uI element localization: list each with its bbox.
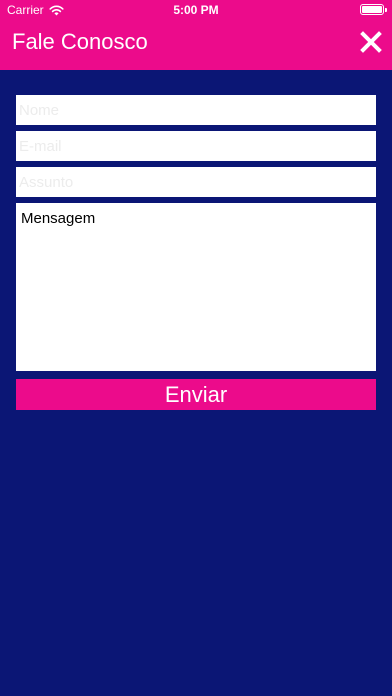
name-input[interactable] [16,95,376,125]
battery-tip [385,8,387,12]
status-bar: Carrier 5:00 PM [0,0,392,20]
close-icon[interactable] [360,31,382,53]
email-input[interactable] [16,131,376,161]
message-textarea[interactable]: Mensagem [16,203,376,371]
battery-icon [360,4,384,15]
battery-level [362,6,382,13]
subject-input[interactable] [16,167,376,197]
message-text: Mensagem [21,210,96,227]
send-button[interactable]: Enviar [16,379,376,410]
clock: 5:00 PM [173,3,219,17]
page-title: Fale Conosco [12,29,148,54]
nav-bar: Fale Conosco [0,20,392,70]
